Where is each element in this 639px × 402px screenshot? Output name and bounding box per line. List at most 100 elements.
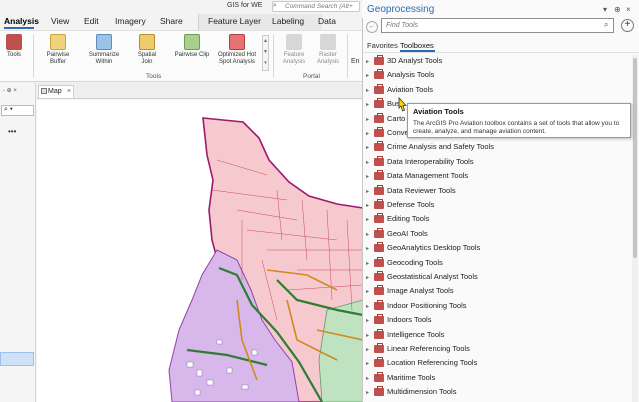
chevron-right-icon[interactable]: ▸ <box>366 202 369 209</box>
chevron-right-icon[interactable]: ▸ <box>366 188 369 195</box>
chevron-right-icon[interactable]: ▸ <box>366 58 369 65</box>
toolbox-row[interactable]: ▸ Aviation Tools <box>362 83 632 98</box>
summarize-within-label: Summarize Within <box>88 52 120 65</box>
spatial-join-button[interactable]: Spatial Join <box>132 34 162 66</box>
chevron-right-icon[interactable]: ▸ <box>366 159 369 166</box>
pairwise-buffer-button[interactable]: Pairwise Buffer <box>40 34 76 66</box>
toolbox-row[interactable]: ▸ Editing Tools <box>362 213 632 227</box>
pane-controls[interactable]: - ⊕ × <box>3 87 17 94</box>
toolbox-icon <box>374 55 384 65</box>
toolbox-row[interactable]: ▸ Data Reviewer Tools <box>362 184 632 199</box>
tab-edit[interactable]: Edit <box>84 16 99 26</box>
back-arrow-icon[interactable]: ← <box>366 21 378 33</box>
contents-search-input[interactable]: ⌕ ▾ <box>1 105 34 116</box>
toolbox-row[interactable]: ▸ Analysis Tools <box>362 69 632 83</box>
chevron-right-icon[interactable]: ▸ <box>366 173 369 180</box>
chevron-right-icon[interactable]: ▸ <box>366 317 369 324</box>
close-icon[interactable]: × <box>67 86 71 97</box>
app-title: GIS for WE <box>227 2 263 9</box>
toolbox-row[interactable]: ▸ Multidimension Tools <box>362 386 632 400</box>
toolbox-icon <box>374 314 384 325</box>
tab-analysis[interactable]: Analysis <box>4 16 39 26</box>
selected-layer-row[interactable] <box>0 352 34 366</box>
tab-share[interactable]: Share <box>160 16 183 26</box>
toolbox-row[interactable]: ▸ Crime Analysis and Safety Tools <box>362 141 632 155</box>
hot-spot-icon <box>229 34 245 50</box>
more-options-icon[interactable]: ••• <box>8 127 16 136</box>
toolbox-label: Crime Analysis and Safety Tools <box>387 142 494 152</box>
toolbox-row[interactable]: ▸ GeoAI Tools <box>362 227 632 242</box>
pairwise-clip-label: Pairwise Clip <box>174 52 210 58</box>
summarize-within-icon <box>96 34 112 50</box>
toolbox-row[interactable]: ▸ Image Analyst Tools <box>362 285 632 299</box>
tab-feature-layer[interactable]: Feature Layer <box>208 16 261 26</box>
toolbox-label: Intelligence Tools <box>387 329 445 339</box>
raster-analysis-button[interactable]: Raster Analysis <box>313 34 343 66</box>
chevron-right-icon[interactable]: ▸ <box>366 274 369 281</box>
chevron-right-icon[interactable]: ▸ <box>366 87 369 94</box>
gallery-scroll[interactable]: ▲ ▼ ▾ <box>262 35 269 71</box>
toolbox-row[interactable]: ▸ Defense Tools <box>362 199 632 213</box>
tools-button[interactable]: Tools <box>2 34 26 59</box>
feature-analysis-label: Feature Analysis <box>282 52 306 65</box>
toolbox-label: Analysis Tools <box>387 70 435 80</box>
add-icon[interactable]: + <box>621 19 634 32</box>
toolbox-row[interactable]: ▸ Geostatistical Analyst Tools <box>362 271 632 285</box>
map-view[interactable] <box>37 100 363 402</box>
toolbox-row[interactable]: ▸ Geocoding Tools <box>362 256 632 271</box>
toolbox-icon <box>374 242 384 253</box>
tab-imagery[interactable]: Imagery <box>115 16 146 26</box>
toolbox-label: Geocoding Tools <box>387 257 443 267</box>
chevron-right-icon[interactable]: ▸ <box>366 375 369 382</box>
chevron-right-icon[interactable]: ▸ <box>366 303 369 310</box>
toolbox-row[interactable]: ▸ Maritime Tools <box>362 371 632 386</box>
summarize-within-button[interactable]: Summarize Within <box>84 34 124 66</box>
toolbox-row[interactable]: ▸ 3D Analyst Tools <box>362 55 632 69</box>
chevron-right-icon[interactable]: ▸ <box>366 389 369 396</box>
command-search-input[interactable]: Command Search (Alt+ <box>272 1 360 12</box>
toolbox-icon <box>374 271 384 281</box>
scrollbar-thumb[interactable] <box>633 58 637 258</box>
tab-data[interactable]: Data <box>318 16 336 26</box>
tab-view[interactable]: View <box>51 16 69 26</box>
chevron-right-icon[interactable]: ▸ <box>366 288 369 295</box>
close-icon[interactable]: × <box>626 5 631 14</box>
options-dropdown-icon[interactable]: ▾ <box>603 5 607 14</box>
chevron-right-icon[interactable]: ▸ <box>366 216 369 223</box>
chevron-right-icon[interactable]: ▸ <box>366 116 369 123</box>
chevron-right-icon[interactable]: ▸ <box>366 245 369 252</box>
en-label: En <box>351 58 360 65</box>
toolbox-label: Conve <box>387 128 409 137</box>
tab-labeling[interactable]: Labeling <box>272 16 304 26</box>
pin-icon[interactable]: ⊕ <box>614 5 621 14</box>
toolbox-row[interactable]: ▸ Linear Referencing Tools <box>362 343 632 357</box>
chevron-right-icon[interactable]: ▸ <box>366 260 369 267</box>
toolbox-row[interactable]: ▸ Intelligence Tools <box>362 328 632 343</box>
chevron-right-icon[interactable]: ▸ <box>366 144 369 151</box>
toolbox-label: Data Management Tools <box>387 171 469 181</box>
tools-button-label: Tools <box>6 52 21 58</box>
tab-favorites[interactable]: Favorites <box>367 41 398 50</box>
find-tools-input[interactable]: Find Tools <box>381 18 614 33</box>
chevron-right-icon[interactable]: ▸ <box>366 346 369 353</box>
tab-map[interactable]: Map × <box>38 85 74 98</box>
chevron-right-icon[interactable]: ▸ <box>366 130 369 137</box>
pairwise-clip-button[interactable]: Pairwise Clip <box>174 34 210 59</box>
toolbox-row[interactable]: ▸ Location Referencing Tools <box>362 357 632 371</box>
toolbox-row[interactable]: ▸ Data Management Tools <box>362 170 632 184</box>
toolbox-row[interactable]: ▸ Indoor Positioning Tools <box>362 299 632 314</box>
chevron-right-icon[interactable]: ▸ <box>366 101 369 108</box>
chevron-right-icon[interactable]: ▸ <box>366 72 369 79</box>
toolbox-label: Image Analyst Tools <box>387 286 454 296</box>
optimized-hot-spot-button[interactable]: Optimized Hot Spot Analysis <box>214 34 260 66</box>
toolbox-row[interactable]: ▸ GeoAnalytics Desktop Tools <box>362 242 632 256</box>
feature-analysis-button[interactable]: Feature Analysis <box>278 34 310 66</box>
buffer-icon <box>50 34 66 50</box>
chevron-right-icon[interactable]: ▸ <box>366 332 369 339</box>
toolbox-icon <box>374 155 384 166</box>
toolbox-row[interactable]: ▸ Indoors Tools <box>362 314 632 328</box>
chevron-right-icon[interactable]: ▸ <box>366 360 369 367</box>
tab-toolboxes[interactable]: Toolboxes <box>400 41 434 50</box>
chevron-right-icon[interactable]: ▸ <box>366 231 369 238</box>
toolbox-row[interactable]: ▸ Data Interoperability Tools <box>362 155 632 170</box>
